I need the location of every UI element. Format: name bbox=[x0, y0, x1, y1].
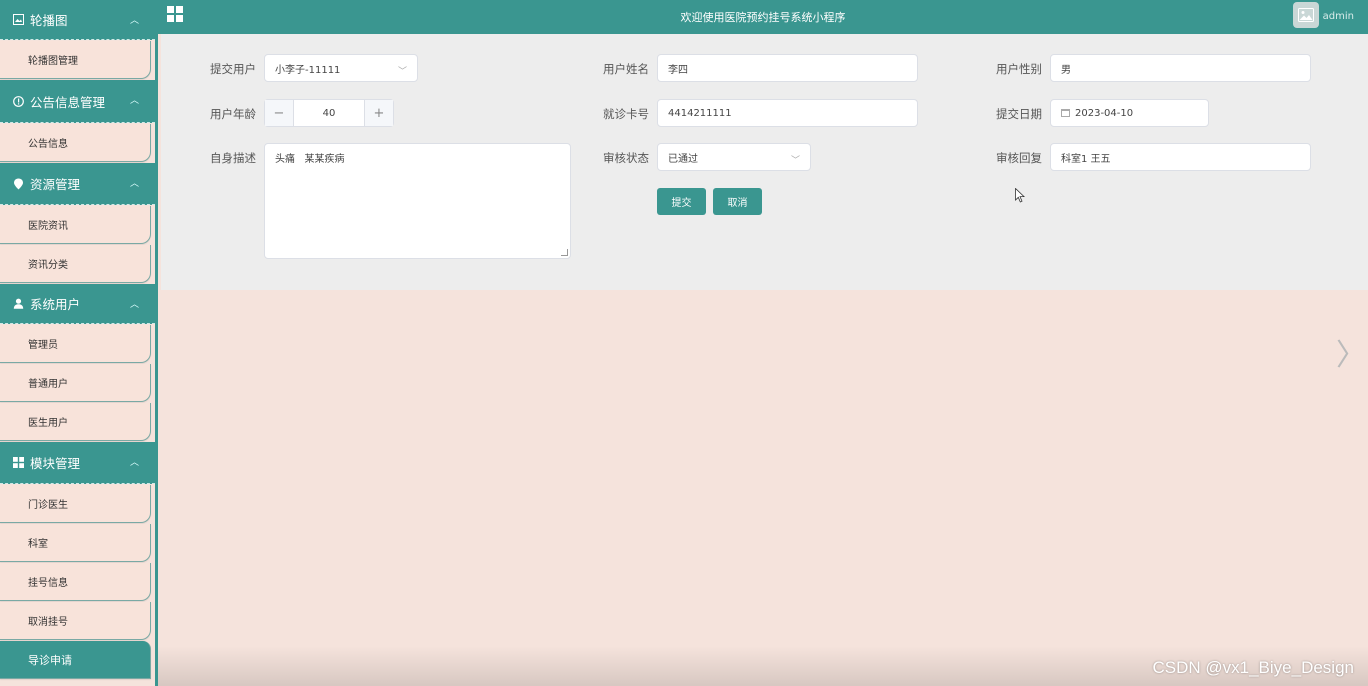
submit-user-label: 提交用户 bbox=[210, 62, 256, 76]
select-value: 小李子-11111 bbox=[275, 64, 341, 76]
chevron-up-icon: ︿ bbox=[129, 179, 139, 189]
user-name-input[interactable]: 李四 bbox=[657, 54, 918, 82]
sidebar-item-admin[interactable]: 管理员 bbox=[0, 325, 151, 363]
sidebar-item-outpatient-doctors[interactable]: 门诊医生 bbox=[0, 485, 151, 523]
sidebar-item-registration-info[interactable]: 挂号信息 bbox=[0, 563, 151, 601]
sidebar-item-label: 取消挂号 bbox=[28, 617, 68, 628]
decrement-button[interactable]: − bbox=[265, 100, 294, 126]
submit-date-label: 提交日期 bbox=[996, 107, 1042, 121]
review-status-label: 审核状态 bbox=[603, 151, 649, 165]
user-gender-input[interactable]: 男 bbox=[1050, 54, 1311, 82]
info-circle-icon bbox=[12, 95, 24, 107]
chevron-down-icon: ﹀ bbox=[397, 67, 407, 77]
description-textarea[interactable]: 头痛 某某疾病 bbox=[264, 143, 571, 259]
sidebar-item-news-category[interactable]: 资讯分类 bbox=[0, 245, 151, 283]
page-title: 欢迎使用医院预约挂号系统小程序 bbox=[680, 11, 846, 24]
input-value: 科室1 王五 bbox=[1061, 153, 1111, 165]
sidebar-item-normal-users[interactable]: 普通用户 bbox=[0, 364, 151, 402]
sidebar-item-label: 科室 bbox=[28, 539, 48, 550]
description-label: 自身描述 bbox=[210, 151, 256, 165]
cancel-button[interactable]: 取消 bbox=[713, 188, 762, 215]
chevron-up-icon: ︿ bbox=[129, 300, 139, 310]
review-reply-input[interactable]: 科室1 王五 bbox=[1050, 143, 1311, 171]
sidebar-item-label: 挂号信息 bbox=[28, 578, 68, 589]
sidebar-item-cancel-registration[interactable]: 取消挂号 bbox=[0, 602, 151, 640]
image-placeholder-icon bbox=[1298, 8, 1314, 22]
sidebar-item-carousel-management[interactable]: 轮播图管理 bbox=[0, 41, 151, 79]
chevron-up-icon: ︿ bbox=[129, 96, 139, 106]
card-no-label: 就诊卡号 bbox=[603, 107, 649, 121]
sidebar-item-label: 资讯分类 bbox=[28, 260, 68, 271]
sidebar-group-carousel[interactable]: 轮播图 ︿ bbox=[0, 0, 155, 40]
sidebar-group-label: 公告信息管理 bbox=[30, 94, 106, 110]
user-age-label: 用户年龄 bbox=[210, 107, 256, 121]
date-value: 2023-04-10 bbox=[1075, 107, 1134, 119]
sidebar-group-resources[interactable]: 资源管理 ︿ bbox=[0, 163, 155, 205]
sidebar-item-doctor-users[interactable]: 医生用户 bbox=[0, 403, 151, 441]
review-status-select[interactable]: 已通过 ﹀ bbox=[657, 143, 811, 171]
calendar-icon bbox=[1061, 109, 1070, 117]
card-no-input[interactable]: 4414211111 bbox=[657, 99, 918, 127]
sidebar-group-label: 资源管理 bbox=[30, 177, 81, 192]
submit-date-picker[interactable]: 2023-04-10 bbox=[1050, 99, 1209, 127]
textarea-value: 头痛 某某疾病 bbox=[275, 154, 345, 165]
username[interactable]: admin bbox=[1323, 11, 1354, 22]
user-icon bbox=[12, 298, 24, 310]
form-panel: 提交用户 小李子-11111 ﹀ 用户姓名 李四 用户性别 男 用户年龄 − 4… bbox=[161, 34, 1368, 290]
sidebar-item-label: 轮播图管理 bbox=[28, 56, 78, 67]
input-value: 男 bbox=[1061, 64, 1071, 76]
sidebar-item-label: 公告信息 bbox=[28, 139, 68, 150]
top-bar: 欢迎使用医院预约挂号系统小程序 admin bbox=[158, 0, 1368, 34]
sidebar-item-announcement[interactable]: 公告信息 bbox=[0, 124, 151, 162]
sidebar-group-label: 模块管理 bbox=[30, 456, 81, 471]
sidebar: 轮播图 ︿ 轮播图管理 公告信息管理 ︿ 公告信息 资源管理 ︿ 医院资讯 资讯… bbox=[0, 0, 158, 686]
sidebar-item-triage-application[interactable]: 导诊申请 bbox=[0, 641, 151, 679]
sidebar-item-label: 门诊医生 bbox=[28, 500, 68, 511]
chevron-down-icon: ﹀ bbox=[790, 156, 800, 166]
chevron-up-icon: ︿ bbox=[129, 16, 139, 26]
sidebar-group-label: 轮播图 bbox=[30, 13, 68, 28]
chevron-up-icon: ︿ bbox=[129, 458, 139, 468]
user-age-stepper: − 40 + bbox=[264, 99, 394, 127]
input-value: 李四 bbox=[668, 64, 688, 76]
location-pin-icon bbox=[12, 178, 24, 190]
sidebar-group-modules[interactable]: 模块管理 ︿ bbox=[0, 442, 155, 484]
sidebar-group-announcement[interactable]: 公告信息管理 ︿ bbox=[0, 80, 155, 123]
user-gender-label: 用户性别 bbox=[996, 62, 1042, 76]
review-reply-label: 审核回复 bbox=[996, 151, 1042, 165]
increment-button[interactable]: + bbox=[364, 100, 393, 126]
sidebar-item-label: 医院资讯 bbox=[28, 221, 68, 232]
resize-handle-icon[interactable] bbox=[561, 249, 568, 256]
select-value: 已通过 bbox=[668, 153, 698, 165]
sidebar-item-label: 医生用户 bbox=[28, 418, 68, 429]
sidebar-item-label: 管理员 bbox=[28, 340, 58, 351]
image-icon bbox=[12, 14, 24, 26]
avatar[interactable] bbox=[1293, 2, 1319, 28]
mouse-cursor-icon bbox=[1015, 188, 1025, 203]
watermark: CSDN @vx1_Biye_Design bbox=[1152, 658, 1354, 677]
sidebar-item-label: 普通用户 bbox=[28, 379, 68, 390]
sidebar-item-hospital-news[interactable]: 医院资讯 bbox=[0, 206, 151, 244]
sidebar-group-label: 系统用户 bbox=[30, 297, 81, 312]
sidebar-item-label: 导诊申请 bbox=[28, 653, 72, 667]
age-value[interactable]: 40 bbox=[294, 100, 364, 126]
input-value: 4414211111 bbox=[668, 107, 732, 119]
sidebar-group-system-users[interactable]: 系统用户 ︿ bbox=[0, 284, 155, 324]
submit-user-select[interactable]: 小李子-11111 ﹀ bbox=[264, 54, 418, 82]
grid-icon bbox=[12, 457, 24, 469]
sidebar-item-departments[interactable]: 科室 bbox=[0, 524, 151, 562]
chevron-right-icon[interactable]: 〉 bbox=[1336, 330, 1366, 374]
user-name-label: 用户姓名 bbox=[603, 62, 649, 76]
submit-button[interactable]: 提交 bbox=[657, 188, 706, 215]
